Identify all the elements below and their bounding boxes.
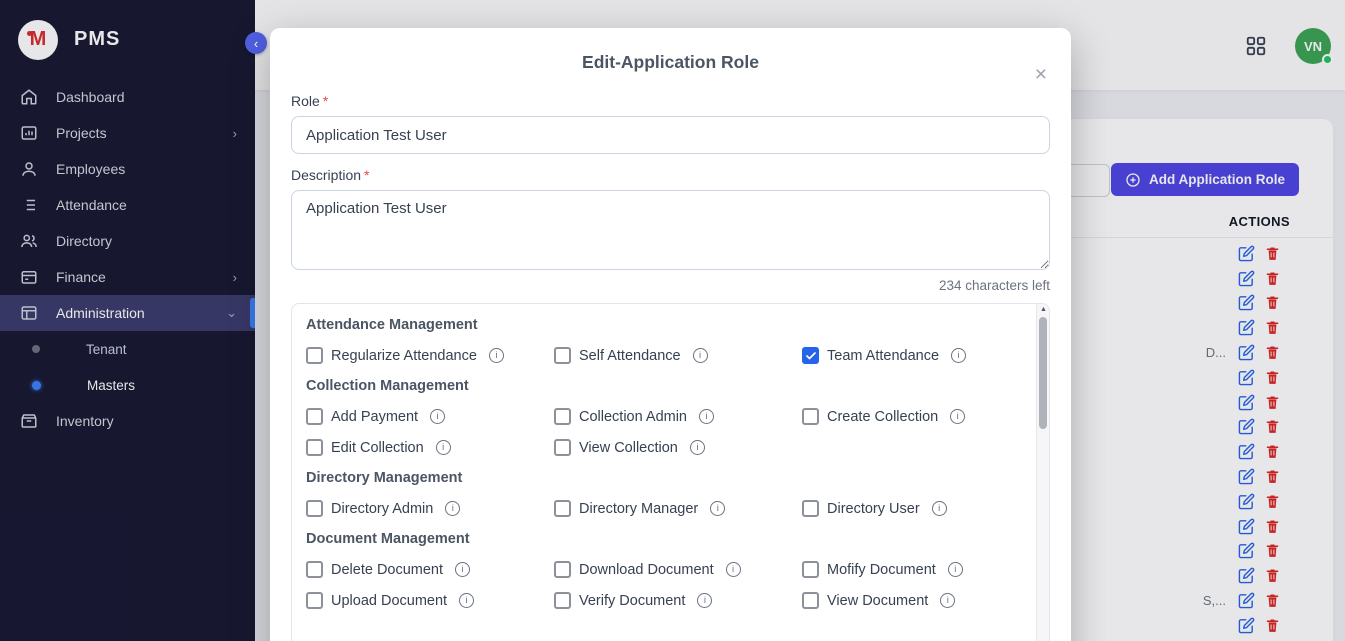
permission-label: Mofify Document — [827, 562, 936, 578]
permission-label: Upload Document — [331, 593, 447, 609]
permission-option[interactable]: Regularize Attendance i — [306, 347, 554, 364]
permission-label: Regularize Attendance — [331, 348, 477, 364]
permissions-sections: Attendance Management Regularize Attendan… — [292, 304, 1049, 635]
checkbox-unchecked[interactable] — [306, 408, 323, 425]
checkbox-unchecked[interactable] — [802, 500, 819, 517]
permission-option[interactable]: Delete Document i — [306, 561, 554, 578]
checkbox-checked[interactable] — [802, 347, 819, 364]
checkbox-unchecked[interactable] — [802, 561, 819, 578]
info-icon[interactable]: i — [710, 501, 725, 516]
checkbox-unchecked[interactable] — [802, 592, 819, 609]
description-field-label: Description* — [291, 167, 1050, 183]
required-marker: * — [364, 167, 369, 183]
checkbox-unchecked[interactable] — [554, 439, 571, 456]
permission-label: Create Collection — [827, 409, 938, 425]
permission-label: Directory Manager — [579, 501, 698, 517]
role-input[interactable] — [291, 116, 1050, 154]
info-icon[interactable]: i — [726, 562, 741, 577]
info-icon[interactable]: i — [455, 562, 470, 577]
permission-label: Download Document — [579, 562, 714, 578]
app-screen: M PMS Dashboard Projects › Employees Att… — [0, 0, 1345, 641]
permission-grid: Delete DocumentiDownload DocumentiMofify… — [306, 561, 1021, 609]
info-icon[interactable]: i — [436, 440, 451, 455]
permission-label: Collection Admin — [579, 409, 687, 425]
checkbox-unchecked[interactable] — [554, 500, 571, 517]
permission-option[interactable]: Mofify Document i — [802, 561, 1021, 578]
info-icon[interactable]: i — [940, 593, 955, 608]
permission-label: Directory User — [827, 501, 920, 517]
info-icon[interactable]: i — [932, 501, 947, 516]
permission-label: Edit Collection — [331, 440, 424, 456]
info-icon[interactable]: i — [699, 409, 714, 424]
info-icon[interactable]: i — [459, 593, 474, 608]
permissions-panel: Attendance Management Regularize Attendan… — [291, 303, 1050, 641]
permission-label: Team Attendance — [827, 348, 939, 364]
permission-section-heading: Directory Management — [306, 470, 1021, 486]
permission-section-heading: Document Management — [306, 531, 1021, 547]
checkbox-unchecked[interactable] — [306, 439, 323, 456]
info-icon[interactable]: i — [950, 409, 965, 424]
permission-option[interactable]: Download Document i — [554, 561, 802, 578]
info-icon[interactable]: i — [693, 348, 708, 363]
permission-option[interactable]: Add Payment i — [306, 408, 554, 425]
checkbox-unchecked[interactable] — [306, 592, 323, 609]
modal-title: Edit-Application Role — [270, 52, 1071, 73]
permission-section-heading: Collection Management — [306, 378, 1021, 394]
required-marker: * — [323, 93, 328, 109]
checkbox-unchecked[interactable] — [554, 561, 571, 578]
permission-option[interactable]: Create Collection i — [802, 408, 1021, 425]
permission-label: Add Payment — [331, 409, 418, 425]
scrollbar-thumb[interactable] — [1039, 317, 1047, 429]
info-icon[interactable]: i — [690, 440, 705, 455]
info-icon[interactable]: i — [445, 501, 460, 516]
scrollbar[interactable]: ▲ ▼ — [1036, 304, 1049, 641]
info-icon[interactable]: i — [430, 409, 445, 424]
permission-option[interactable]: Verify Document i — [554, 592, 802, 609]
permission-option[interactable]: Directory User i — [802, 500, 1021, 517]
permission-label: View Document — [827, 593, 928, 609]
permission-label: View Collection — [579, 440, 678, 456]
permission-label: Delete Document — [331, 562, 443, 578]
permission-grid: Add PaymentiCollection AdminiCreate Coll… — [306, 408, 1021, 456]
permission-option[interactable]: Directory Manager i — [554, 500, 802, 517]
close-icon[interactable]: × — [1035, 64, 1047, 85]
permission-grid: Directory AdminiDirectory ManageriDirect… — [306, 500, 1021, 517]
permission-option[interactable]: View Collection i — [554, 439, 802, 456]
description-textarea[interactable]: Application Test User — [291, 190, 1050, 270]
info-icon[interactable]: i — [948, 562, 963, 577]
permission-grid: Regularize AttendanceiSelf AttendanceiTe… — [306, 347, 1021, 364]
permission-label: Verify Document — [579, 593, 685, 609]
checkbox-unchecked[interactable] — [306, 347, 323, 364]
permission-option[interactable]: Upload Document i — [306, 592, 554, 609]
sidebar-collapse-button[interactable]: ‹ — [245, 32, 267, 54]
scroll-up-arrow-icon[interactable]: ▲ — [1037, 306, 1050, 313]
permission-option[interactable]: Edit Collection i — [306, 439, 554, 456]
edit-application-role-modal: Edit-Application Role × Role* Descriptio… — [270, 28, 1071, 641]
permission-option[interactable]: Collection Admin i — [554, 408, 802, 425]
permission-option[interactable]: Team Attendance i — [802, 347, 1021, 364]
checkbox-unchecked[interactable] — [554, 347, 571, 364]
permission-option[interactable]: View Document i — [802, 592, 1021, 609]
checkbox-unchecked[interactable] — [554, 408, 571, 425]
info-icon[interactable]: i — [697, 593, 712, 608]
permission-label: Directory Admin — [331, 501, 433, 517]
permission-section-heading: Attendance Management — [306, 317, 1021, 333]
characters-left-counter: 234 characters left — [291, 278, 1050, 293]
checkbox-unchecked[interactable] — [802, 408, 819, 425]
checkbox-unchecked[interactable] — [554, 592, 571, 609]
permission-label: Self Attendance — [579, 348, 681, 364]
info-icon[interactable]: i — [489, 348, 504, 363]
permission-option[interactable]: Self Attendance i — [554, 347, 802, 364]
permission-option[interactable]: Directory Admin i — [306, 500, 554, 517]
role-field-label: Role* — [291, 93, 1050, 109]
info-icon[interactable]: i — [951, 348, 966, 363]
checkbox-unchecked[interactable] — [306, 500, 323, 517]
checkbox-unchecked[interactable] — [306, 561, 323, 578]
